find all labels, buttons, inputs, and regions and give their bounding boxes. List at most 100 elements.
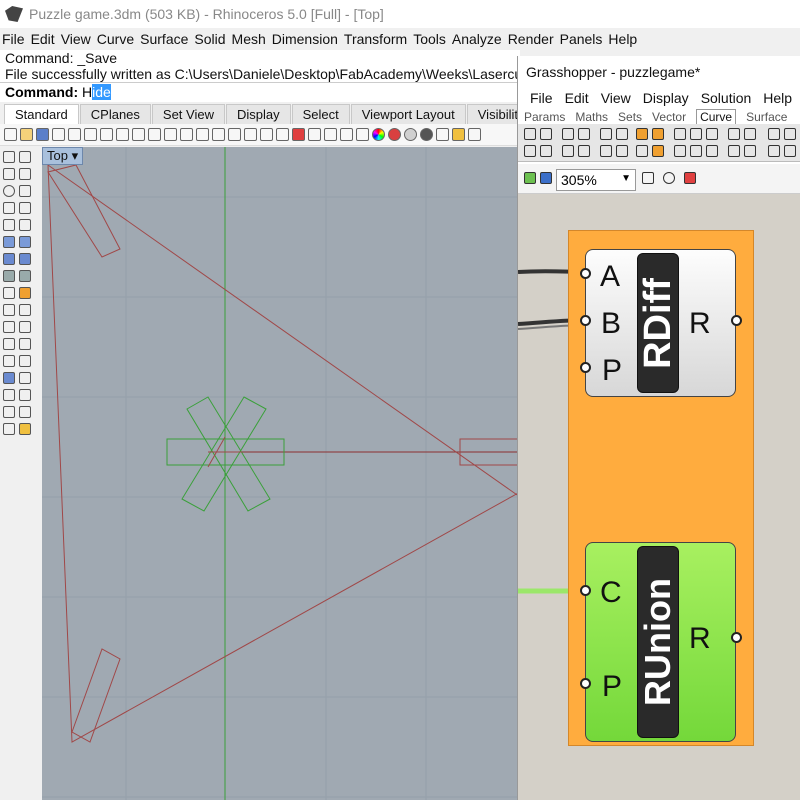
- sketch-pen-icon[interactable]: [684, 172, 696, 184]
- gh-tab-sets[interactable]: Sets: [618, 110, 642, 124]
- gh-tool-icon[interactable]: [562, 128, 574, 140]
- zoom-extents-icon[interactable]: [642, 172, 654, 184]
- menu-mesh[interactable]: Mesh: [232, 31, 266, 47]
- zoom-icon[interactable]: [180, 128, 193, 141]
- options-icon[interactable]: [436, 128, 449, 141]
- gh-tool-icon[interactable]: [600, 128, 612, 140]
- join-icon[interactable]: [3, 321, 15, 333]
- menu-transform[interactable]: Transform: [344, 31, 407, 47]
- top-viewport[interactable]: [42, 147, 520, 800]
- zoom-dropdown-icon[interactable]: ▼: [621, 173, 631, 184]
- gh-tab-surface[interactable]: Surface: [746, 110, 787, 124]
- gh-tool-icon[interactable]: [674, 145, 686, 157]
- viewport-label[interactable]: Top ▾: [42, 147, 84, 165]
- check-icon[interactable]: [19, 406, 31, 418]
- menu-surface[interactable]: Surface: [140, 31, 188, 47]
- menu-dimension[interactable]: Dimension: [272, 31, 338, 47]
- menu-panels[interactable]: Panels: [560, 31, 603, 47]
- surface-icon[interactable]: [3, 236, 15, 248]
- zoom-level-select[interactable]: 305% ▼: [556, 169, 636, 191]
- offset-icon[interactable]: [19, 219, 31, 231]
- material-icon[interactable]: [404, 128, 417, 141]
- pan-hand-icon[interactable]: [148, 128, 161, 141]
- cut-icon[interactable]: [84, 128, 97, 141]
- print-icon[interactable]: [52, 128, 65, 141]
- split-icon[interactable]: [19, 304, 31, 316]
- command-autocomplete[interactable]: ide: [92, 84, 111, 100]
- gh-open-icon[interactable]: [524, 172, 536, 184]
- plane-icon[interactable]: [276, 128, 289, 141]
- gh-tool-icon[interactable]: [616, 145, 628, 157]
- gh-tool-icon[interactable]: [706, 145, 718, 157]
- solid-icon[interactable]: [3, 372, 15, 384]
- gh-tool-icon[interactable]: [728, 145, 740, 157]
- car-icon[interactable]: [292, 128, 305, 141]
- gh-tool-icon[interactable]: [578, 128, 590, 140]
- gh-tool-icon[interactable]: [690, 145, 702, 157]
- preview-eye-icon[interactable]: [663, 172, 675, 184]
- gh-tool-icon[interactable]: [768, 145, 780, 157]
- scale-icon[interactable]: [3, 338, 15, 350]
- gh-tool-icon[interactable]: [690, 128, 702, 140]
- gh-tool-icon[interactable]: [540, 145, 552, 157]
- gh-tool-icon[interactable]: [540, 128, 552, 140]
- gh-tool-icon[interactable]: [728, 128, 740, 140]
- menu-tools[interactable]: Tools: [413, 31, 446, 47]
- gh-tab-curve[interactable]: Curve: [696, 109, 737, 124]
- gh-tool-icon[interactable]: [784, 145, 796, 157]
- surface-edit-icon[interactable]: [19, 236, 31, 248]
- gh-tool-icon[interactable]: [706, 128, 718, 140]
- gh-menu-view[interactable]: View: [601, 90, 631, 110]
- viewport-dropdown-icon[interactable]: ▾: [72, 148, 79, 163]
- input-pin-p[interactable]: [580, 678, 591, 689]
- move-icon[interactable]: [3, 287, 15, 299]
- zoom-extents-icon[interactable]: [212, 128, 225, 141]
- save-icon[interactable]: [36, 128, 49, 141]
- gh-menu-solution[interactable]: Solution: [701, 90, 752, 110]
- gh-tool-icon[interactable]: [578, 145, 590, 157]
- gh-tab-maths[interactable]: Maths: [575, 110, 608, 124]
- color-wheel-icon[interactable]: [372, 128, 385, 141]
- gh-tool-icon[interactable]: [562, 145, 574, 157]
- arc-icon[interactable]: [19, 185, 31, 197]
- point-icon[interactable]: [324, 128, 337, 141]
- new-file-icon[interactable]: [4, 128, 17, 141]
- input-pin-b[interactable]: [580, 315, 591, 326]
- gh-tool-icon[interactable]: [744, 145, 756, 157]
- gh-menu-file[interactable]: File: [530, 90, 553, 110]
- tab-set-view[interactable]: Set View: [151, 104, 225, 124]
- analyze-icon[interactable]: [3, 406, 15, 418]
- gh-save-icon[interactable]: [540, 172, 552, 184]
- import-icon[interactable]: [68, 128, 81, 141]
- menu-edit[interactable]: Edit: [31, 31, 55, 47]
- menu-render[interactable]: Render: [508, 31, 554, 47]
- sphere-icon[interactable]: [19, 253, 31, 265]
- tab-select[interactable]: Select: [291, 104, 350, 124]
- gh-menu-help[interactable]: Help: [763, 90, 792, 110]
- help-icon[interactable]: [468, 128, 481, 141]
- menu-solid[interactable]: Solid: [194, 31, 225, 47]
- menu-help[interactable]: Help: [608, 31, 637, 47]
- gh-menu-display[interactable]: Display: [643, 90, 689, 110]
- layout-icon[interactable]: [19, 389, 31, 401]
- align-icon[interactable]: [19, 355, 31, 367]
- gh-tool-icon[interactable]: [636, 128, 648, 140]
- gh-tool-icon[interactable]: [636, 145, 648, 157]
- gh-tab-vector[interactable]: Vector: [652, 110, 686, 124]
- grid-icon[interactable]: [260, 128, 273, 141]
- rectangle-icon[interactable]: [3, 202, 15, 214]
- output-pin-r[interactable]: [731, 632, 742, 643]
- light-icon[interactable]: [308, 128, 321, 141]
- gh-tool-icon[interactable]: [524, 145, 536, 157]
- paste-icon[interactable]: [116, 128, 129, 141]
- render-sphere-icon[interactable]: [3, 423, 15, 435]
- zoom-window-icon[interactable]: [196, 128, 209, 141]
- input-pin-c[interactable]: [580, 585, 591, 596]
- gh-tool-icon[interactable]: [674, 128, 686, 140]
- four-viewports-icon[interactable]: [244, 128, 257, 141]
- rotate-icon[interactable]: [19, 321, 31, 333]
- layer-icon[interactable]: [340, 128, 353, 141]
- gh-tool-icon[interactable]: [784, 128, 796, 140]
- gh-tab-params[interactable]: Params: [524, 110, 565, 124]
- menu-analyze[interactable]: Analyze: [452, 31, 502, 47]
